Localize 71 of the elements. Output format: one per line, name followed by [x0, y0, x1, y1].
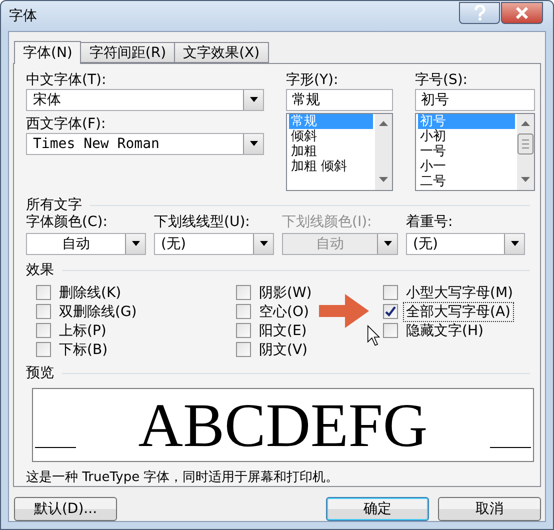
field-label: 着重号:	[406, 214, 454, 231]
checkbox[interactable]	[236, 323, 251, 338]
checkbox[interactable]	[383, 304, 398, 319]
field-label: 中文字体(T):	[26, 72, 108, 89]
help-button[interactable]	[459, 2, 500, 24]
dialog-button[interactable]: 取消	[438, 497, 541, 521]
checkbox[interactable]	[36, 342, 51, 357]
close-button[interactable]	[501, 2, 543, 24]
checkbox-label[interactable]: 隐藏文字(H)	[404, 322, 486, 340]
dropdown-arrow-icon	[258, 240, 270, 248]
checkbox[interactable]	[236, 304, 251, 319]
checkbox[interactable]	[36, 323, 51, 338]
list-item[interactable]: 倾斜	[289, 129, 373, 144]
dropdown-field[interactable]: (无)	[406, 233, 525, 255]
checkbox[interactable]	[236, 285, 251, 300]
checkbox[interactable]	[383, 323, 398, 338]
checkbox-label[interactable]: 删除线(K)	[57, 284, 124, 302]
dropdown-field[interactable]: Times New Roman	[26, 133, 264, 155]
list-item[interactable]: 二号	[418, 174, 515, 189]
font-note: 这是一种 TrueType 字体，同时适用于屏幕和打印机。	[26, 469, 340, 486]
checkbox-label[interactable]: 阴影(W)	[257, 284, 314, 302]
field-label: 字体颜色(C):	[26, 214, 108, 231]
close-icon	[515, 7, 529, 19]
field-label: 西文字体(F):	[26, 116, 107, 133]
checkbox[interactable]	[236, 342, 251, 357]
section-heading: 预览	[26, 365, 54, 382]
dropdown-arrow-icon	[248, 140, 260, 148]
help-icon	[474, 5, 486, 21]
checkbox-label[interactable]: 双删除线(G)	[57, 302, 139, 320]
dropdown-field[interactable]: (无)	[154, 233, 274, 255]
dropdown-field[interactable]: 自动	[26, 233, 146, 255]
checkmark-icon	[385, 306, 396, 317]
list-item[interactable]: 小一	[418, 159, 515, 174]
checkbox[interactable]	[36, 285, 51, 300]
list-item[interactable]: 加粗	[289, 144, 373, 159]
cursor-icon	[367, 325, 380, 346]
dropdown-arrow-icon	[382, 240, 394, 248]
input-field[interactable]: 常规	[286, 89, 393, 111]
checkbox-label[interactable]: 空心(O)	[257, 302, 311, 320]
list-box[interactable]: 常规 倾斜 加粗 加粗 倾斜	[286, 113, 393, 191]
checkbox-label[interactable]: 阳文(E)	[257, 322, 309, 340]
dropdown-arrow-icon	[130, 240, 142, 248]
checkbox-label[interactable]: 下标(B)	[57, 340, 110, 358]
list-item[interactable]: 一号	[418, 144, 515, 159]
tab[interactable]: 字体(N)	[14, 41, 82, 64]
dropdown-field[interactable]: 宋体	[26, 89, 264, 111]
tab[interactable]: 文字效果(X)	[174, 42, 269, 63]
list-item[interactable]: 加粗 倾斜	[289, 159, 373, 174]
field-label: 字号(S):	[415, 72, 469, 89]
checkbox-label[interactable]: 阴文(V)	[257, 340, 310, 358]
dropdown-arrow-icon	[248, 96, 260, 104]
dialog-button[interactable]: 确定	[326, 497, 429, 521]
field-label: 下划线线型(U):	[154, 214, 251, 231]
dropdown-arrow-icon	[508, 240, 520, 248]
dialog-button[interactable]: 默认(D)...	[14, 497, 117, 521]
tab[interactable]: 字符间距(R)	[80, 42, 176, 63]
checkbox-label[interactable]: 全部大写字母(A)	[404, 302, 513, 320]
preview-sample: ABCDEFG	[138, 400, 428, 452]
list-item[interactable]: 小初	[418, 129, 515, 144]
input-field[interactable]: 初号	[415, 89, 535, 111]
checkbox-label[interactable]: 小型大写字母(M)	[404, 284, 516, 302]
field-label: 下划线颜色(I):	[282, 214, 373, 231]
field-label: 字形(Y):	[286, 72, 340, 89]
checkbox-label[interactable]: 上标(P)	[57, 322, 108, 340]
arrow-annotation-icon	[319, 294, 369, 328]
window-title: 字体	[9, 7, 37, 25]
checkbox[interactable]	[36, 304, 51, 319]
checkbox[interactable]	[383, 285, 398, 300]
list-box[interactable]: 初号 小初 一号 小一 二号	[415, 113, 535, 191]
section-heading: 所有文字	[26, 197, 82, 214]
section-heading: 效果	[26, 262, 54, 279]
